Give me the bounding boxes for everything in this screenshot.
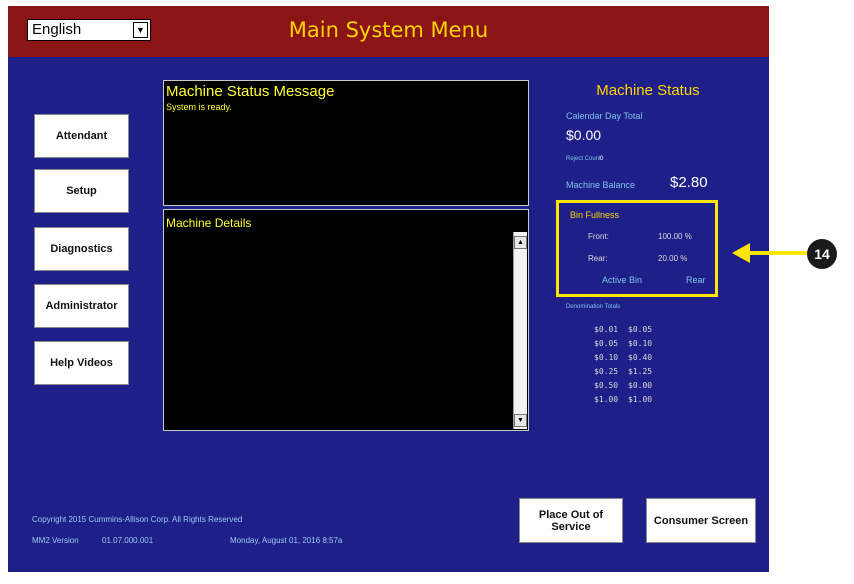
denomination-total: $0.05 xyxy=(628,325,653,334)
status-message-title: Machine Status Message xyxy=(166,83,335,100)
bin-fullness-highlight xyxy=(556,200,718,297)
denomination-value: $0.50 xyxy=(594,381,619,390)
calendar-day-total-value: $0.00 xyxy=(566,127,602,143)
machine-details-panel: Machine Details ▲ ▼ xyxy=(163,209,529,431)
help-videos-button[interactable]: Help Videos xyxy=(34,341,129,385)
denomination-total: $1.25 xyxy=(628,367,653,376)
denomination-total: $0.00 xyxy=(628,381,653,390)
diagnostics-button[interactable]: Diagnostics xyxy=(34,227,129,271)
place-out-of-service-button[interactable]: Place Out of Service xyxy=(519,498,623,543)
machine-status-heading: Machine Status xyxy=(596,82,700,99)
setup-button[interactable]: Setup xyxy=(34,169,129,213)
callout-arrow-icon xyxy=(732,243,750,263)
copyright-text: Copyright 2015 Cummins-Allison Corp. All… xyxy=(32,515,243,524)
attendant-button[interactable]: Attendant xyxy=(34,114,129,158)
version-value: 01.07.000.001 xyxy=(102,536,154,545)
machine-details-title: Machine Details xyxy=(166,216,252,230)
reject-count-value: 0 xyxy=(600,156,604,162)
scroll-up-icon[interactable]: ▲ xyxy=(514,236,527,249)
machine-balance-value: $2.80 xyxy=(670,174,708,191)
denomination-value: $0.25 xyxy=(594,367,619,376)
denomination-totals-label: Denomination Totals xyxy=(566,304,621,310)
denomination-value: $1.00 xyxy=(594,395,619,404)
denomination-value: $0.05 xyxy=(594,339,619,348)
administrator-button[interactable]: Administrator xyxy=(34,284,129,328)
title-bar: English ▼ Main System Menu xyxy=(8,6,769,57)
details-scrollbar[interactable]: ▲ ▼ xyxy=(513,232,527,429)
scroll-down-icon[interactable]: ▼ xyxy=(514,414,527,427)
version-label: MM2 Version xyxy=(32,536,79,545)
machine-balance-label: Machine Balance xyxy=(566,180,636,190)
denomination-total: $0.10 xyxy=(628,339,653,348)
status-message-panel: Machine Status Message System is ready. xyxy=(163,80,529,206)
callout-number: 14 xyxy=(807,239,837,269)
reject-count-label: Reject Count xyxy=(566,156,601,162)
denomination-value: $0.01 xyxy=(594,325,619,334)
calendar-day-total-label: Calendar Day Total xyxy=(566,111,643,121)
page-title: Main System Menu xyxy=(288,18,489,42)
denomination-value: $0.10 xyxy=(594,353,619,362)
denomination-total: $1.00 xyxy=(628,395,653,404)
datetime-text: Monday, August 01, 2016 8:57a xyxy=(230,536,343,545)
consumer-screen-button[interactable]: Consumer Screen xyxy=(646,498,756,543)
denomination-total: $0.40 xyxy=(628,353,653,362)
status-message-text: System is ready. xyxy=(166,102,232,112)
